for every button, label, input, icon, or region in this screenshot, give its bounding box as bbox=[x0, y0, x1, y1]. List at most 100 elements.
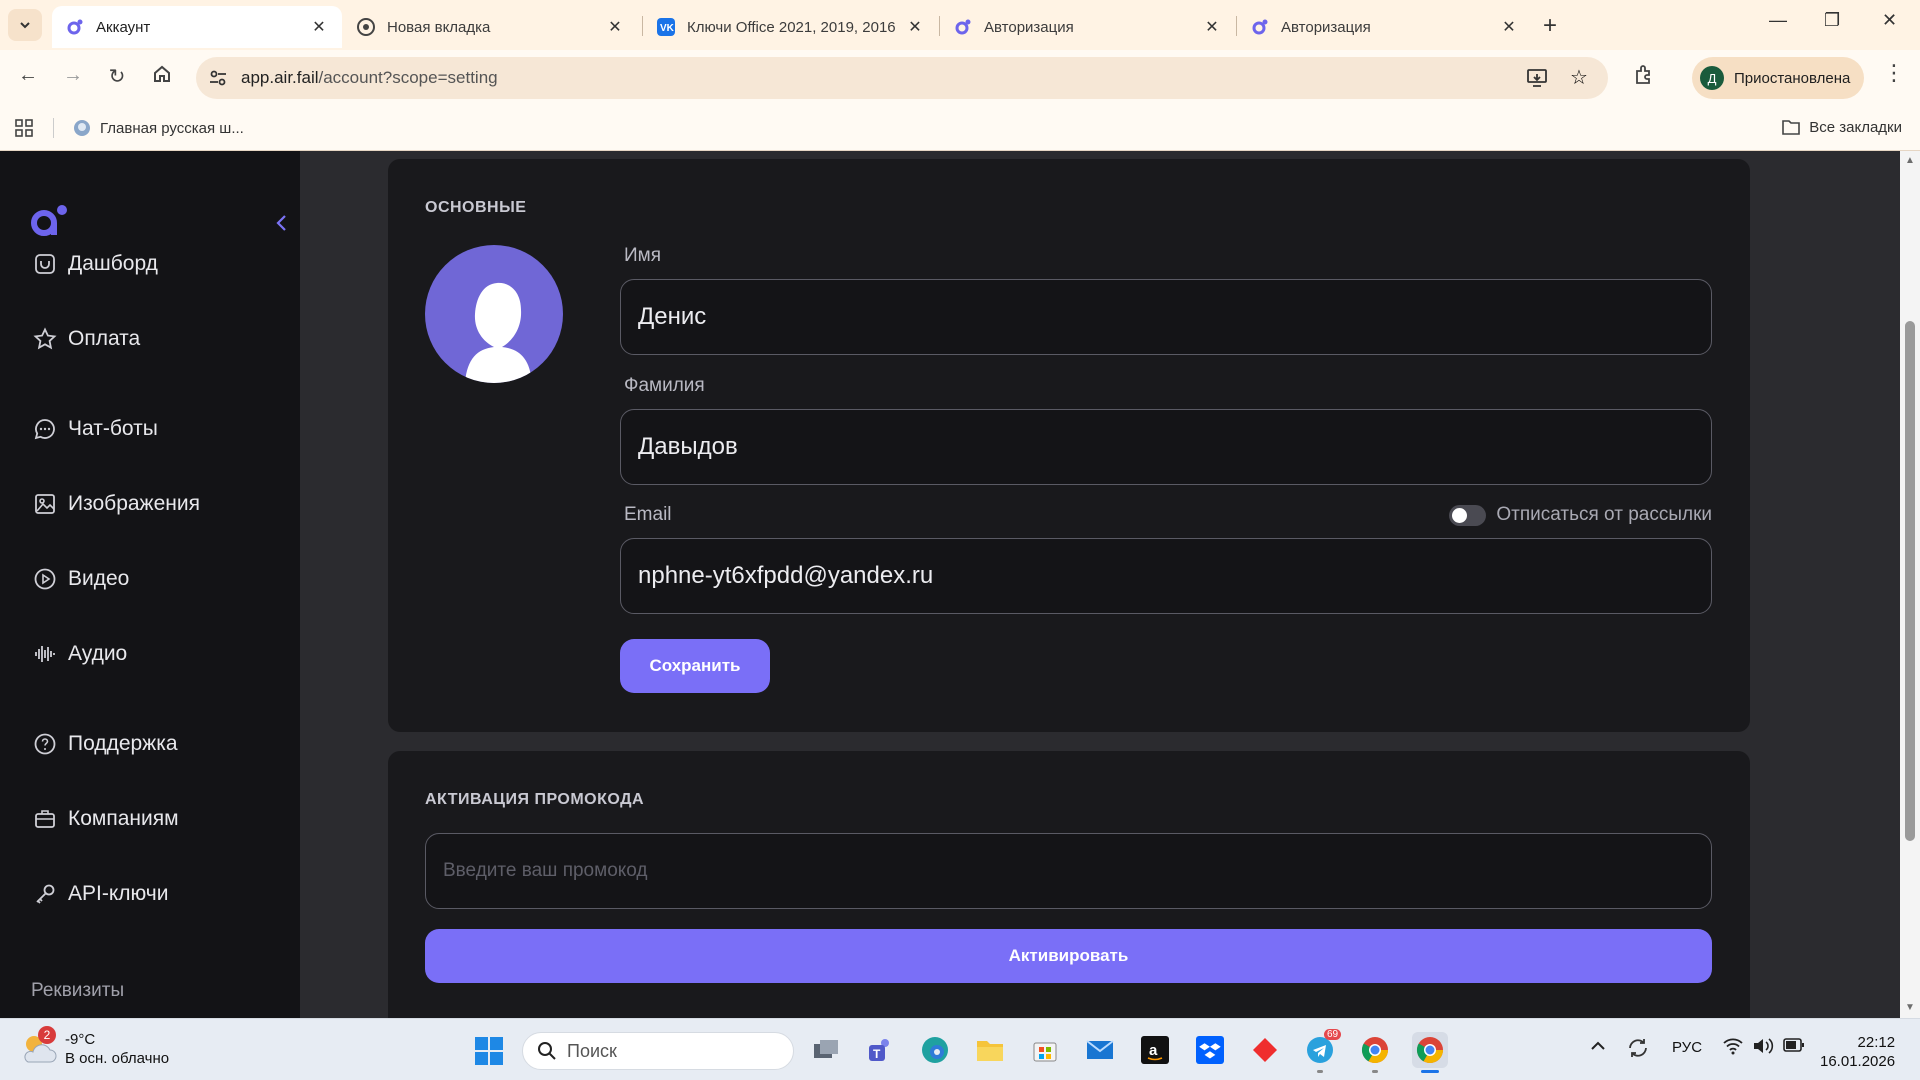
all-bookmarks[interactable]: Все закладки bbox=[1781, 118, 1902, 136]
home-icon[interactable] bbox=[148, 64, 176, 90]
briefcase-icon bbox=[32, 806, 58, 832]
collapse-sidebar-icon[interactable] bbox=[274, 213, 288, 239]
tab-search-button[interactable] bbox=[8, 9, 42, 41]
apps-grid-icon[interactable] bbox=[14, 118, 34, 143]
url-text: app.air.fail/account?scope=setting bbox=[241, 68, 498, 88]
bookmark-item[interactable]: Главная русская ш... bbox=[72, 118, 244, 138]
tab-new-tab[interactable]: Новая вкладка ✕ bbox=[343, 6, 638, 48]
close-window-icon[interactable]: ✕ bbox=[1882, 10, 1897, 31]
close-tab-icon[interactable]: ✕ bbox=[310, 17, 328, 37]
last-name-field[interactable]: Давыдов bbox=[620, 409, 1712, 485]
windows-start-icon[interactable] bbox=[474, 1036, 504, 1071]
telegram-icon[interactable]: 69 bbox=[1302, 1029, 1342, 1068]
search-placeholder: Поиск bbox=[567, 1040, 617, 1061]
chrome-icon[interactable] bbox=[1357, 1032, 1393, 1068]
tab-auth-2[interactable]: Авторизация ✕ bbox=[1237, 6, 1532, 48]
dropbox-icon[interactable] bbox=[1192, 1032, 1228, 1068]
sidebar-item-api-keys[interactable]: API-ключи bbox=[32, 881, 168, 907]
teams-icon[interactable]: T bbox=[862, 1032, 898, 1068]
tab-title: Аккаунт bbox=[96, 18, 151, 36]
airfail-logo-icon[interactable] bbox=[28, 203, 70, 242]
sidebar-item-label: Поддержка bbox=[68, 732, 178, 755]
volume-icon[interactable] bbox=[1752, 1037, 1774, 1059]
unsubscribe-label: Отписаться от рассылки bbox=[1496, 504, 1712, 525]
save-button[interactable]: Сохранить bbox=[620, 639, 770, 693]
back-arrow-icon[interactable]: ← bbox=[14, 64, 42, 87]
amazon-icon[interactable]: a bbox=[1137, 1032, 1173, 1068]
app-active-indicator bbox=[1421, 1070, 1439, 1073]
image-icon bbox=[32, 491, 58, 517]
tab-office-keys[interactable]: VK Ключи Office 2021, 2019, 2016 ✕ bbox=[643, 6, 938, 48]
browser-menu-icon[interactable]: ⋮ bbox=[1880, 60, 1908, 86]
taskbar-search[interactable]: Поиск bbox=[522, 1032, 794, 1070]
store-icon[interactable] bbox=[1027, 1032, 1063, 1068]
forward-arrow-icon[interactable]: → bbox=[59, 64, 87, 87]
unsubscribe-toggle-group: Отписаться от рассылки bbox=[1449, 504, 1712, 526]
first-name-label: Имя bbox=[624, 245, 662, 266]
sidebar-item-dashboard[interactable]: Дашборд bbox=[32, 251, 158, 277]
svg-text:VK: VK bbox=[660, 23, 675, 34]
url-path: /account?scope=setting bbox=[318, 68, 498, 87]
mail-icon[interactable] bbox=[1082, 1032, 1118, 1068]
weather-widget[interactable]: 2 -9°C В осн. облачно bbox=[20, 1026, 169, 1068]
extensions-icon[interactable] bbox=[1630, 64, 1658, 92]
email-field[interactable]: nphne-yt6xfpdd@yandex.ru bbox=[620, 538, 1712, 614]
tab-title: Ключи Office 2021, 2019, 2016 bbox=[687, 18, 896, 36]
minimize-icon[interactable]: — bbox=[1769, 10, 1787, 31]
sidebar-item-companies[interactable]: Компаниям bbox=[32, 806, 179, 832]
sidebar-item-audio[interactable]: Аудио bbox=[32, 641, 127, 667]
promo-code-input[interactable]: Введите ваш промокод bbox=[425, 833, 1712, 909]
sidebar-item-chatbots[interactable]: Чат-боты bbox=[32, 416, 158, 442]
activate-button[interactable]: Активировать bbox=[425, 929, 1712, 983]
sidebar-item-label: Видео bbox=[68, 567, 130, 590]
requisites-link[interactable]: Реквизиты bbox=[31, 980, 124, 1002]
sidebar-item-video[interactable]: Видео bbox=[32, 566, 129, 592]
chrome-active-icon[interactable] bbox=[1412, 1032, 1448, 1068]
clock[interactable]: 22:12 16.01.2026 bbox=[1820, 1033, 1895, 1071]
play-icon bbox=[32, 566, 58, 592]
wifi-icon[interactable] bbox=[1722, 1037, 1744, 1059]
sidebar-item-support[interactable]: Поддержка bbox=[32, 731, 178, 757]
unsubscribe-toggle[interactable] bbox=[1449, 504, 1487, 526]
new-tab-plus-icon[interactable]: + bbox=[1543, 12, 1557, 40]
task-view-icon[interactable] bbox=[808, 1032, 844, 1068]
site-settings-icon[interactable] bbox=[208, 68, 228, 93]
language-indicator[interactable]: РУС bbox=[1672, 1039, 1702, 1056]
scrollbar-thumb[interactable] bbox=[1905, 321, 1915, 841]
page-scrollbar[interactable]: ▲ ▼ bbox=[1900, 151, 1920, 1018]
sidebar-item-images[interactable]: Изображения bbox=[32, 491, 200, 517]
browser-chrome: Аккаунт ✕ Новая вкладка ✕ VK Ключи Offic… bbox=[0, 0, 1920, 151]
file-explorer-icon[interactable] bbox=[972, 1032, 1008, 1068]
close-tab-icon[interactable]: ✕ bbox=[606, 17, 624, 37]
tab-auth-1[interactable]: Авторизация ✕ bbox=[940, 6, 1235, 48]
avatar[interactable] bbox=[425, 245, 563, 383]
tab-account[interactable]: Аккаунт ✕ bbox=[52, 6, 342, 48]
chevron-down-icon bbox=[20, 22, 30, 29]
reload-icon[interactable]: ↻ bbox=[103, 64, 131, 89]
weather-temp: -9°C bbox=[65, 1031, 96, 1048]
close-tab-icon[interactable]: ✕ bbox=[1500, 17, 1518, 37]
tab-title: Новая вкладка bbox=[387, 18, 491, 36]
edge-icon[interactable] bbox=[917, 1032, 953, 1068]
install-app-icon[interactable] bbox=[1526, 68, 1548, 93]
restore-icon[interactable]: ❐ bbox=[1824, 10, 1840, 31]
anydesk-icon[interactable] bbox=[1247, 1032, 1283, 1068]
tray-overflow-chevron-icon[interactable] bbox=[1590, 1039, 1606, 1056]
scroll-down-icon[interactable]: ▼ bbox=[1905, 1002, 1915, 1013]
sidebar-item-payment[interactable]: Оплата bbox=[32, 326, 140, 352]
bookmark-star-icon[interactable]: ☆ bbox=[1570, 65, 1588, 90]
sidebar-item-label: Чат-боты bbox=[68, 417, 158, 440]
first-name-field[interactable]: Денис bbox=[620, 279, 1712, 355]
scroll-up-icon[interactable]: ▲ bbox=[1905, 155, 1915, 166]
airfail-favicon-icon bbox=[954, 18, 972, 36]
close-tab-icon[interactable]: ✕ bbox=[906, 17, 924, 37]
search-icon bbox=[538, 1042, 556, 1060]
close-tab-icon[interactable]: ✕ bbox=[1203, 17, 1221, 37]
sync-icon[interactable] bbox=[1626, 1036, 1650, 1064]
address-bar[interactable]: app.air.fail/account?scope=setting ☆ bbox=[196, 57, 1608, 99]
svg-text:a: a bbox=[1149, 1042, 1158, 1059]
battery-icon[interactable] bbox=[1783, 1038, 1805, 1056]
email-label: Email bbox=[624, 504, 672, 525]
url-host: app.air.fail bbox=[241, 68, 319, 87]
profile-button[interactable]: Д Приостановлена bbox=[1692, 57, 1864, 99]
